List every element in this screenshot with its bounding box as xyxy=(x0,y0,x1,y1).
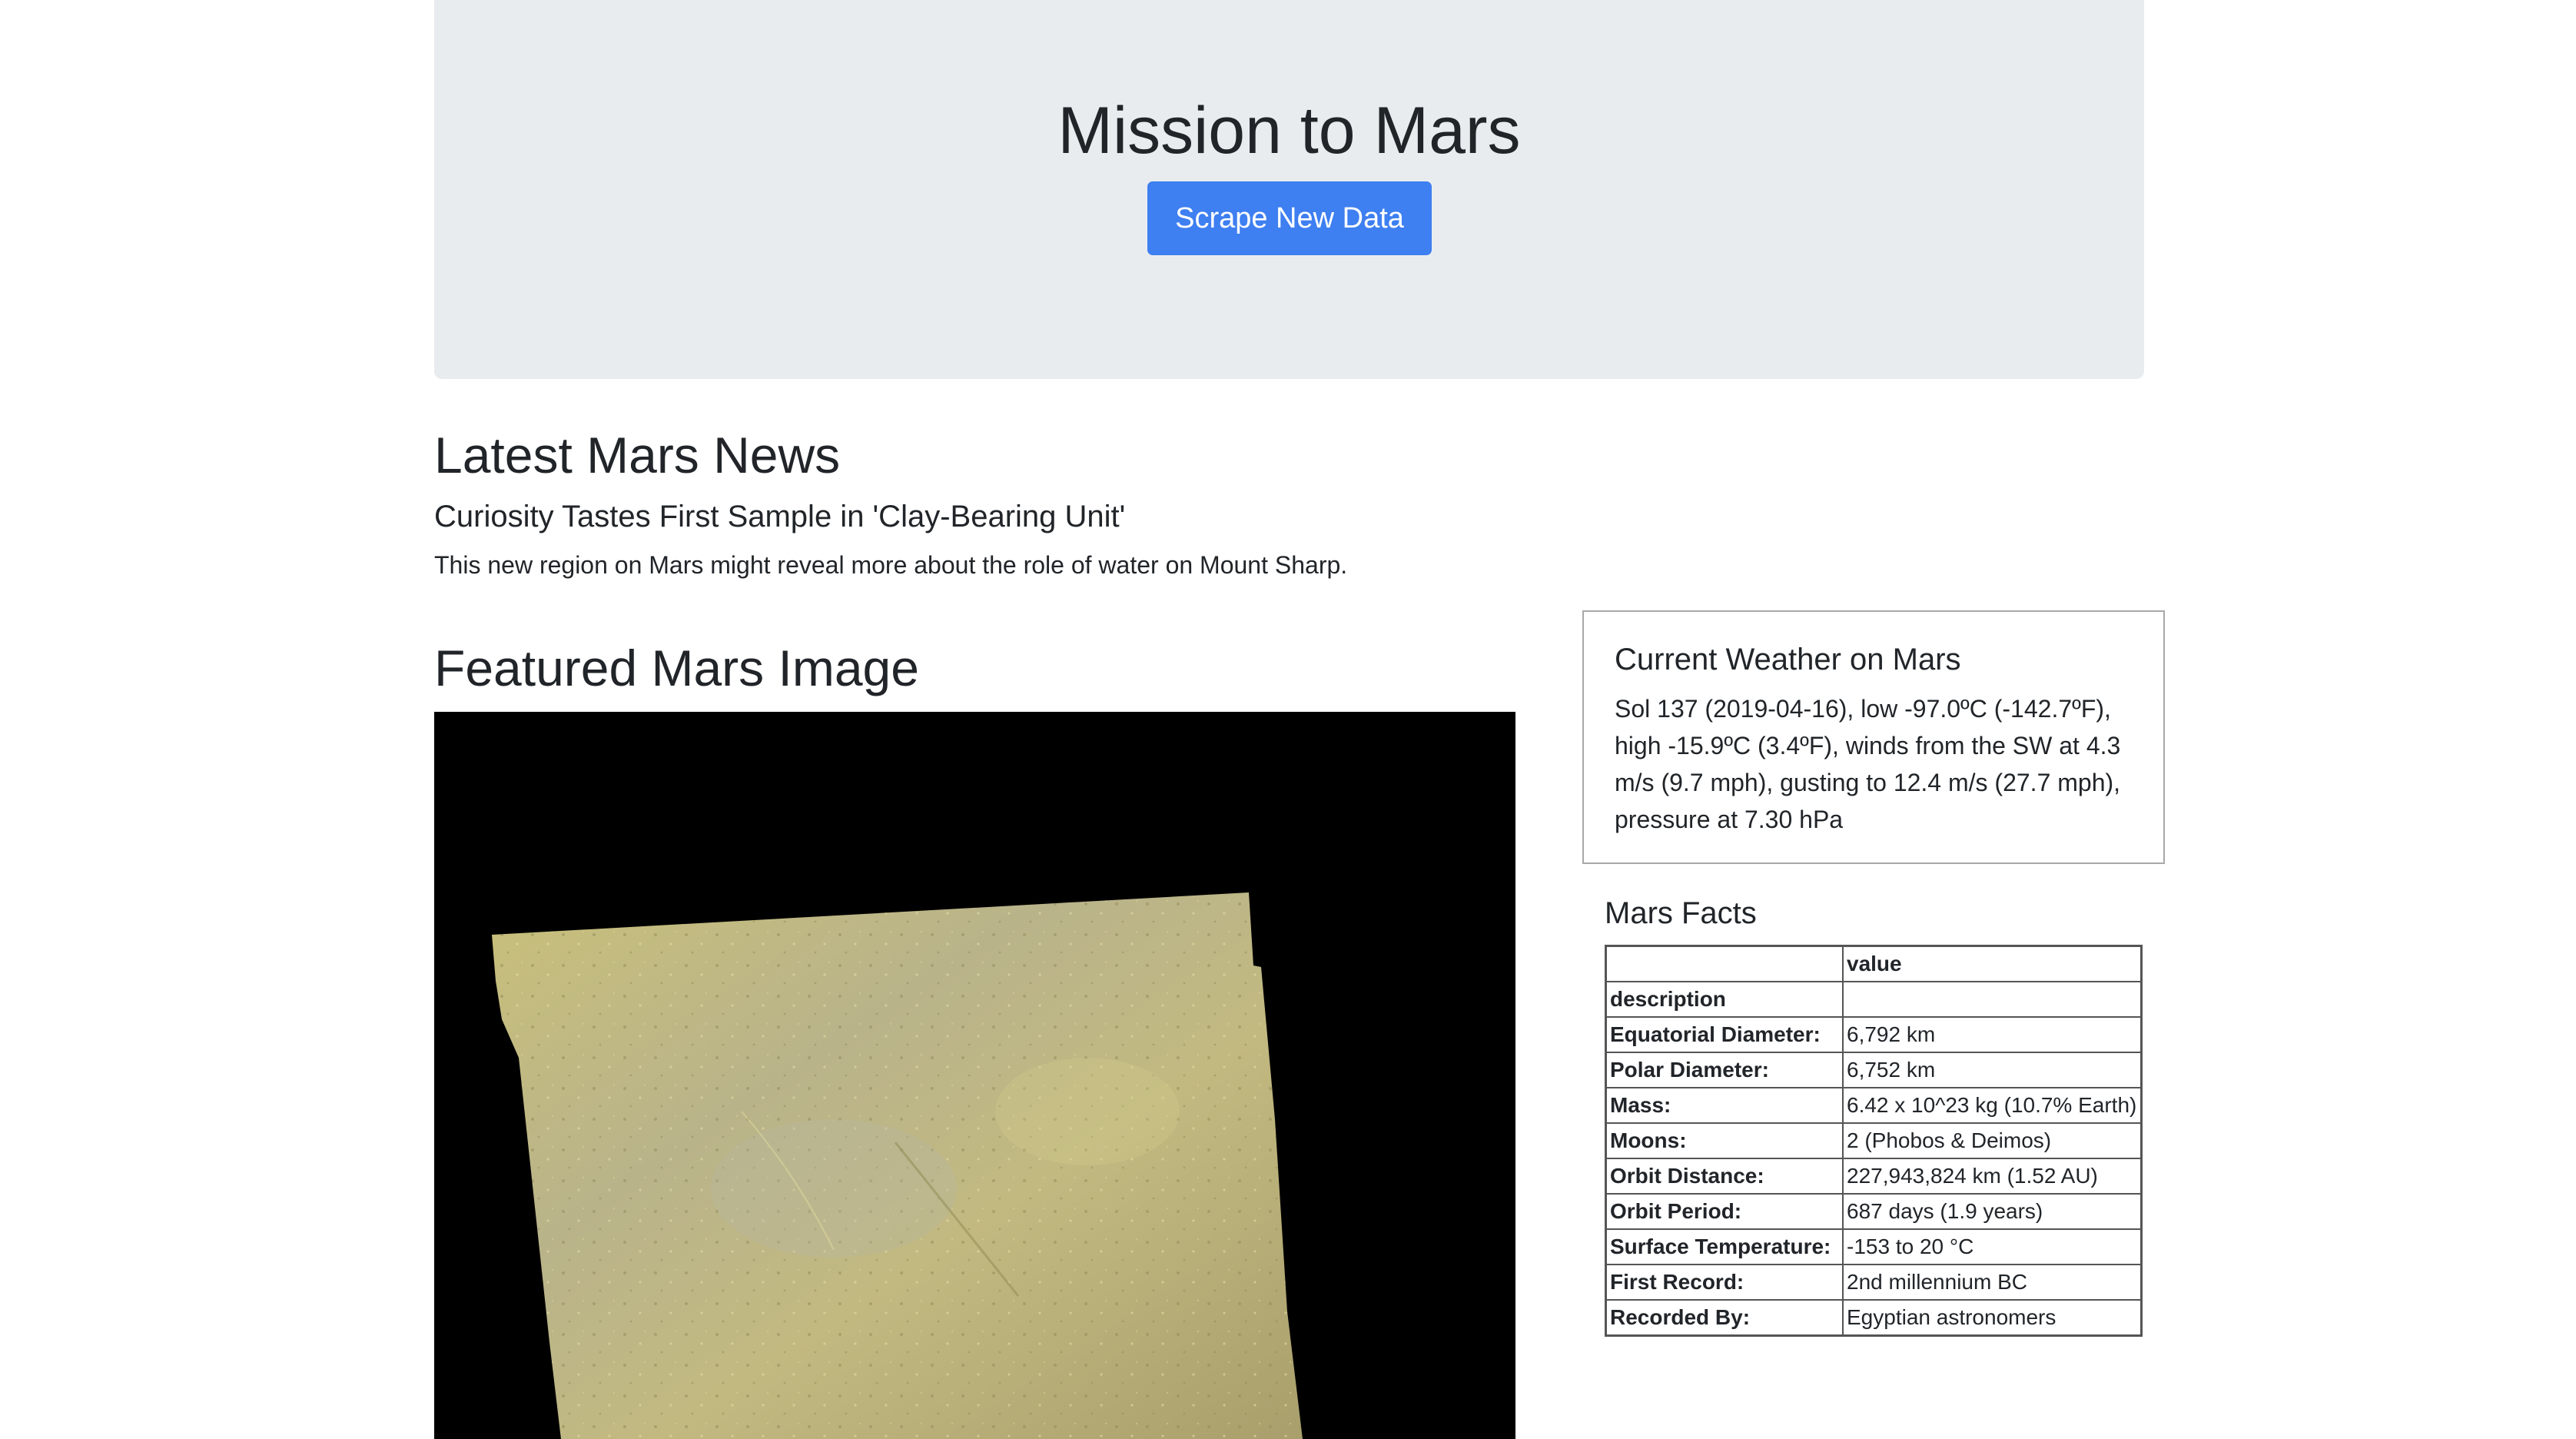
fact-value: 2 (Phobos & Deimos) xyxy=(1842,1122,2143,1159)
fact-label: Mass: xyxy=(1605,1087,1844,1124)
table-header-row: description xyxy=(1605,981,2143,1018)
weather-card: Current Weather on Mars Sol 137 (2019-04… xyxy=(1582,610,2165,864)
table-header-empty xyxy=(1605,945,1844,982)
fact-label: First Record: xyxy=(1605,1264,1844,1301)
table-row: First Record: 2nd millennium BC xyxy=(1605,1264,2143,1301)
table-row: Polar Diameter: 6,752 km xyxy=(1605,1052,2143,1088)
table-row: Orbit Distance: 227,943,824 km (1.52 AU) xyxy=(1605,1158,2143,1195)
table-row: Moons: 2 (Phobos & Deimos) xyxy=(1605,1122,2143,1159)
news-heading: Latest Mars News xyxy=(434,427,841,484)
fact-value: -153 to 20 °C xyxy=(1842,1228,2143,1265)
fact-value: 6,752 km xyxy=(1842,1052,2143,1088)
news-teaser: This new region on Mars might reveal mor… xyxy=(434,551,1348,579)
news-title: Curiosity Tastes First Sample in 'Clay-B… xyxy=(434,500,1126,533)
fact-value: Egyptian astronomers xyxy=(1842,1299,2143,1337)
fact-label: Orbit Period: xyxy=(1605,1193,1844,1230)
table-row: Mass: 6.42 x 10^23 kg (10.7% Earth) xyxy=(1605,1087,2143,1124)
table-cell-empty xyxy=(1842,981,2143,1018)
fact-label: Polar Diameter: xyxy=(1605,1052,1844,1088)
mars-facts-table: value description Equatorial Diameter: 6,… xyxy=(1605,945,2143,1337)
fact-label: Equatorial Diameter: xyxy=(1605,1016,1844,1053)
table-header-description: description xyxy=(1605,981,1844,1018)
fact-label: Orbit Distance: xyxy=(1605,1158,1844,1195)
fact-value: 6.42 x 10^23 kg (10.7% Earth) xyxy=(1842,1087,2143,1124)
table-row: Orbit Period: 687 days (1.9 years) xyxy=(1605,1193,2143,1230)
page-title: Mission to Mars xyxy=(1057,94,1521,168)
featured-image-heading: Featured Mars Image xyxy=(434,640,919,696)
table-row: Equatorial Diameter: 6,792 km xyxy=(1605,1016,2143,1053)
fact-value: 227,943,824 km (1.52 AU) xyxy=(1842,1158,2143,1195)
fact-label: Moons: xyxy=(1605,1122,1844,1159)
weather-title: Current Weather on Mars xyxy=(1615,643,1961,676)
fact-value: 6,792 km xyxy=(1842,1016,2143,1053)
fact-label: Surface Temperature: xyxy=(1605,1228,1844,1265)
weather-text: Sol 137 (2019-04-16), low -97.0ºC (-142.… xyxy=(1615,695,2121,833)
table-header-value: value xyxy=(1842,945,2143,982)
table-row: Recorded By: Egyptian astronomers xyxy=(1605,1299,2143,1337)
mars-surface-picture xyxy=(434,712,1515,1439)
facts-title: Mars Facts xyxy=(1605,896,1757,930)
fact-value: 2nd millennium BC xyxy=(1842,1264,2143,1301)
table-header-row: value xyxy=(1605,945,2143,982)
table-row: Surface Temperature: -153 to 20 °C xyxy=(1605,1228,2143,1265)
scrape-new-data-button[interactable]: Scrape New Data xyxy=(1147,181,1432,255)
fact-label: Recorded By: xyxy=(1605,1299,1844,1337)
fact-value: 687 days (1.9 years) xyxy=(1842,1193,2143,1230)
featured-mars-image xyxy=(434,712,1515,1439)
